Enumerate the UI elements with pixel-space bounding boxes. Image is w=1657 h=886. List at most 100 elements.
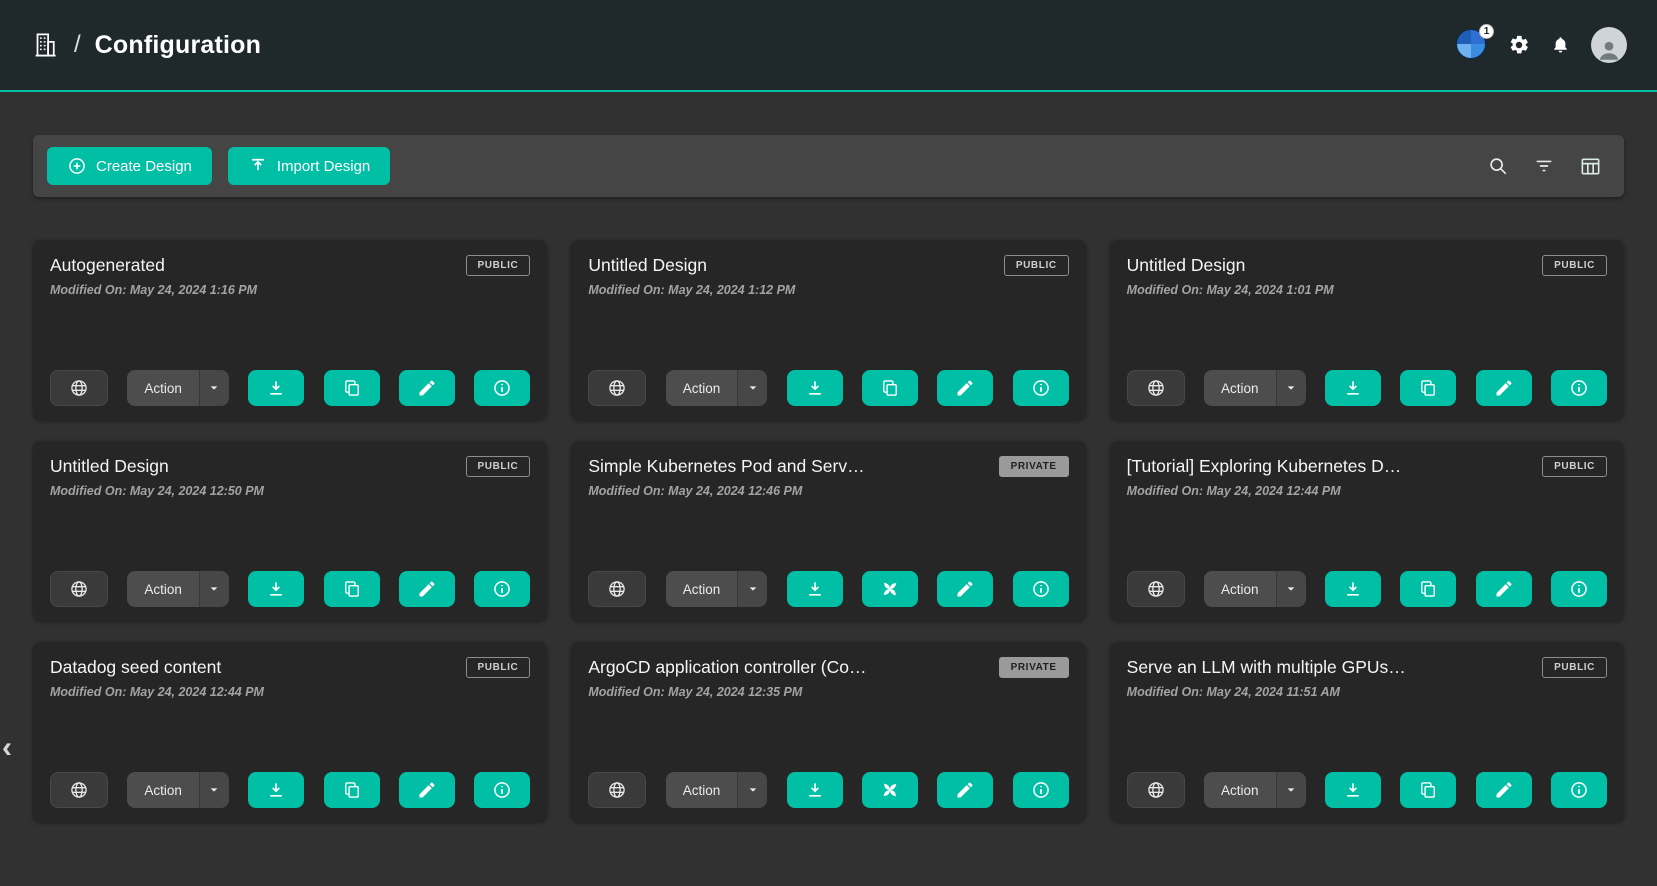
clone-button[interactable] bbox=[862, 571, 918, 607]
action-split-button: Action bbox=[127, 370, 229, 406]
clone-button[interactable] bbox=[1400, 571, 1456, 607]
action-dropdown-button[interactable] bbox=[199, 370, 229, 406]
design-title: Untitled Design bbox=[588, 255, 717, 276]
edit-button[interactable] bbox=[399, 772, 455, 808]
edit-button[interactable] bbox=[1476, 370, 1532, 406]
download-button[interactable] bbox=[248, 571, 304, 607]
action-dropdown-button[interactable] bbox=[737, 370, 767, 406]
design-card: Untitled Design PUBLIC Modified On: May … bbox=[1110, 240, 1624, 420]
modified-date: Modified On: May 24, 2024 1:12 PM bbox=[588, 283, 1068, 297]
visibility-globe-button[interactable] bbox=[588, 772, 646, 808]
action-dropdown-button[interactable] bbox=[199, 772, 229, 808]
clone-button[interactable] bbox=[1400, 772, 1456, 808]
info-button[interactable] bbox=[1551, 370, 1607, 406]
edit-icon bbox=[417, 579, 437, 599]
design-title: Untitled Design bbox=[50, 456, 179, 477]
visibility-globe-button[interactable] bbox=[1127, 772, 1185, 808]
info-button[interactable] bbox=[1551, 772, 1607, 808]
info-button[interactable] bbox=[474, 370, 530, 406]
info-button[interactable] bbox=[474, 772, 530, 808]
table-view-icon[interactable] bbox=[1579, 155, 1602, 178]
visibility-badge: PUBLIC bbox=[466, 255, 531, 276]
download-button[interactable] bbox=[1325, 772, 1381, 808]
design-card: Simple Kubernetes Pod and Serv… PRIVATE … bbox=[571, 441, 1085, 621]
visibility-globe-button[interactable] bbox=[588, 571, 646, 607]
settings-button[interactable] bbox=[1508, 34, 1530, 56]
avatar[interactable] bbox=[1591, 27, 1627, 63]
action-split-button: Action bbox=[1204, 571, 1306, 607]
filter-icon[interactable] bbox=[1533, 155, 1555, 177]
import-design-button[interactable]: Import Design bbox=[228, 147, 390, 185]
download-button[interactable] bbox=[248, 772, 304, 808]
info-button[interactable] bbox=[1013, 772, 1069, 808]
visibility-globe-button[interactable] bbox=[50, 571, 108, 607]
edit-button[interactable] bbox=[937, 571, 993, 607]
globe-icon bbox=[1146, 780, 1166, 800]
clone-button[interactable] bbox=[862, 370, 918, 406]
clone-button[interactable] bbox=[1400, 370, 1456, 406]
design-card: ArgoCD application controller (Co… PRIVA… bbox=[571, 642, 1085, 822]
edit-button[interactable] bbox=[399, 370, 455, 406]
bell-icon[interactable] bbox=[1550, 35, 1571, 56]
action-dropdown-button[interactable] bbox=[1276, 370, 1306, 406]
action-button[interactable]: Action bbox=[127, 370, 199, 406]
download-button[interactable] bbox=[787, 571, 843, 607]
action-button[interactable]: Action bbox=[127, 571, 199, 607]
action-dropdown-button[interactable] bbox=[1276, 772, 1306, 808]
edit-button[interactable] bbox=[399, 571, 455, 607]
download-icon bbox=[266, 780, 286, 800]
globe-icon bbox=[69, 579, 89, 599]
download-button[interactable] bbox=[1325, 370, 1381, 406]
download-button[interactable] bbox=[248, 370, 304, 406]
info-button[interactable] bbox=[1013, 370, 1069, 406]
info-icon bbox=[1569, 579, 1589, 599]
action-button[interactable]: Action bbox=[1204, 772, 1276, 808]
info-button[interactable] bbox=[1013, 571, 1069, 607]
download-button[interactable] bbox=[1325, 571, 1381, 607]
visibility-globe-button[interactable] bbox=[1127, 571, 1185, 607]
download-icon bbox=[1343, 780, 1363, 800]
info-icon bbox=[1569, 780, 1589, 800]
design-title: ArgoCD application controller (Co… bbox=[588, 657, 876, 678]
visibility-globe-button[interactable] bbox=[588, 370, 646, 406]
action-button[interactable]: Action bbox=[666, 772, 738, 808]
visibility-globe-button[interactable] bbox=[1127, 370, 1185, 406]
edit-button[interactable] bbox=[937, 772, 993, 808]
action-button[interactable]: Action bbox=[1204, 571, 1276, 607]
collapse-panel-button[interactable]: ‹ bbox=[2, 733, 12, 763]
action-button[interactable]: Action bbox=[666, 571, 738, 607]
visibility-badge: PUBLIC bbox=[466, 456, 531, 477]
visibility-globe-button[interactable] bbox=[50, 772, 108, 808]
info-icon bbox=[492, 780, 512, 800]
building-icon[interactable] bbox=[30, 30, 60, 60]
search-icon[interactable] bbox=[1487, 155, 1509, 177]
action-button[interactable]: Action bbox=[127, 772, 199, 808]
download-button[interactable] bbox=[787, 772, 843, 808]
action-dropdown-button[interactable] bbox=[737, 772, 767, 808]
visibility-badge: PUBLIC bbox=[1004, 255, 1069, 276]
action-dropdown-button[interactable] bbox=[737, 571, 767, 607]
edit-button[interactable] bbox=[1476, 772, 1532, 808]
clone-button[interactable] bbox=[862, 772, 918, 808]
import-design-label: Import Design bbox=[277, 158, 370, 175]
create-design-button[interactable]: Create Design bbox=[47, 147, 212, 185]
info-button[interactable] bbox=[474, 571, 530, 607]
cloud-account-button[interactable]: 1 bbox=[1456, 29, 1488, 61]
visibility-badge: PUBLIC bbox=[1542, 657, 1607, 678]
action-dropdown-button[interactable] bbox=[1276, 571, 1306, 607]
edit-button[interactable] bbox=[937, 370, 993, 406]
plus-circle-icon bbox=[67, 156, 87, 176]
visibility-badge: PUBLIC bbox=[1542, 456, 1607, 477]
download-button[interactable] bbox=[787, 370, 843, 406]
action-button[interactable]: Action bbox=[666, 370, 738, 406]
clone-button[interactable] bbox=[324, 571, 380, 607]
globe-icon bbox=[1146, 579, 1166, 599]
visibility-globe-button[interactable] bbox=[50, 370, 108, 406]
edit-button[interactable] bbox=[1476, 571, 1532, 607]
breadcrumb-separator: / bbox=[74, 31, 81, 59]
clone-button[interactable] bbox=[324, 370, 380, 406]
action-button[interactable]: Action bbox=[1204, 370, 1276, 406]
clone-button[interactable] bbox=[324, 772, 380, 808]
info-button[interactable] bbox=[1551, 571, 1607, 607]
action-dropdown-button[interactable] bbox=[199, 571, 229, 607]
